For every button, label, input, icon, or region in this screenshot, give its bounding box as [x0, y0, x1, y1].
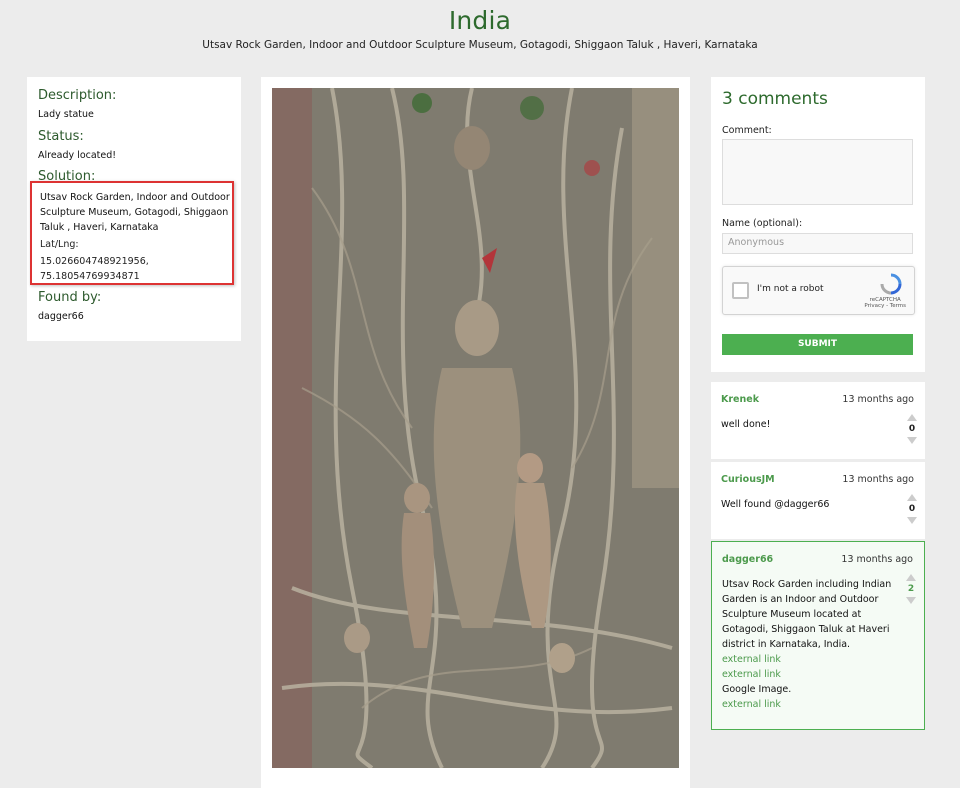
captcha-checkbox[interactable] [732, 282, 749, 299]
external-link[interactable]: external link [722, 667, 892, 682]
downvote-icon[interactable] [907, 517, 917, 524]
page-title: India [448, 6, 512, 35]
status-label: Status: [38, 129, 84, 144]
upvote-icon[interactable] [907, 494, 917, 501]
latlng-label: Lat/Lng: [40, 239, 79, 250]
captcha-brand: reCAPTCHA Privacy - Terms [864, 297, 906, 309]
name-input[interactable]: Anonymous [722, 233, 913, 254]
downvote-icon[interactable] [906, 597, 916, 604]
comment-time: 13 months ago [841, 554, 913, 565]
captcha-label: I'm not a robot [757, 284, 824, 294]
vote-count: 0 [908, 424, 916, 434]
status-value: Already located! [38, 150, 117, 161]
comment-body: Utsav Rock Garden including Indian Garde… [722, 577, 892, 712]
description-value: Lady statue [38, 109, 94, 120]
comment-time: 13 months ago [842, 394, 914, 405]
comment-card: Krenek 13 months ago well done! 0 [711, 382, 925, 459]
comment-author[interactable]: CuriousJM [721, 474, 775, 485]
recaptcha-widget[interactable]: I'm not a robot reCAPTCHA Privacy - Term… [722, 266, 915, 315]
solution-highlight-box: Utsav Rock Garden, Indoor and Outdoor Sc… [30, 181, 234, 285]
name-label: Name (optional): [722, 218, 803, 229]
external-link[interactable]: external link [722, 697, 892, 712]
comment-card-highlighted: dagger66 13 months ago Utsav Rock Garden… [711, 541, 925, 730]
sculpture-photo[interactable] [272, 88, 679, 768]
comment-body: well done! [721, 419, 771, 430]
submit-button[interactable]: SUBMIT [722, 334, 913, 355]
recaptcha-logo-icon [880, 273, 902, 295]
found-by-link[interactable]: dagger66 [38, 311, 84, 322]
found-by-label: Found by: [38, 290, 102, 305]
comment-label: Comment: [722, 125, 772, 136]
comment-form-panel: 3 comments Comment: Name (optional): Ano… [711, 77, 925, 372]
photo-panel [261, 77, 690, 788]
lng-value: 75.18054769934871 [40, 271, 140, 282]
external-link[interactable]: external link [722, 652, 892, 667]
downvote-icon[interactable] [907, 437, 917, 444]
page-subtitle: Utsav Rock Garden, Indoor and Outdoor Sc… [202, 39, 758, 51]
upvote-icon[interactable] [907, 414, 917, 421]
comment-textarea[interactable] [722, 139, 913, 205]
latlng-value: 15.026604748921956, 75.18054769934871 [40, 254, 149, 284]
comment-body: Well found @dagger66 [721, 499, 830, 510]
comment-card: CuriousJM 13 months ago Well found @dagg… [711, 462, 925, 539]
comment-time: 13 months ago [842, 474, 914, 485]
solution-value: Utsav Rock Garden, Indoor and Outdoor Sc… [40, 192, 230, 233]
vote-control: 0 [907, 494, 917, 524]
vote-control: 2 [906, 574, 916, 604]
comment-author[interactable]: dagger66 [722, 554, 773, 565]
captcha-links[interactable]: Privacy - Terms [864, 303, 906, 309]
comment-text: Utsav Rock Garden including Indian Garde… [722, 579, 892, 650]
description-label: Description: [38, 88, 117, 103]
vote-control: 0 [907, 414, 917, 444]
comments-count-title: 3 comments [722, 89, 828, 109]
upvote-icon[interactable] [906, 574, 916, 581]
sculpture-illustration [272, 88, 679, 768]
comment-author[interactable]: Krenek [721, 394, 759, 405]
google-image-text: Google Image. [722, 684, 792, 695]
lat-value: 15.026604748921956, [40, 256, 149, 267]
vote-count: 0 [908, 504, 916, 514]
info-panel: Description: Lady statue Status: Already… [27, 77, 241, 341]
vote-count: 2 [907, 584, 915, 594]
